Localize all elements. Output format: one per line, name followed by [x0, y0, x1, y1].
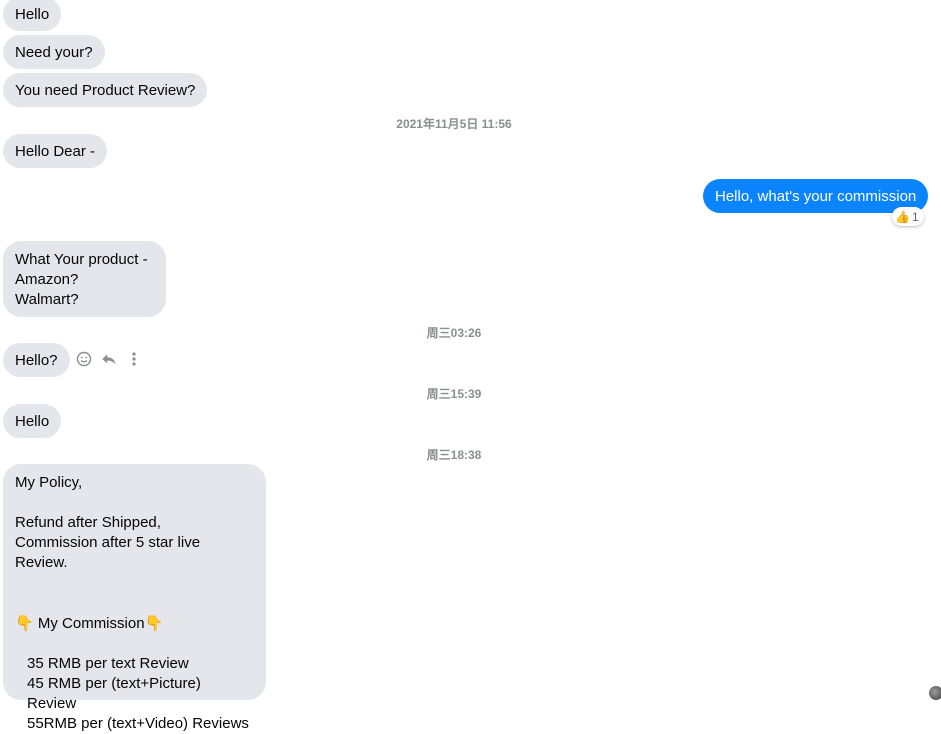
timestamp-divider: 周三03:26 [426, 326, 482, 340]
reply-icon[interactable] [101, 350, 117, 368]
pointing-down-icon: 👇 [15, 614, 34, 632]
commission-rate: 45 RMB per (text+Picture) Review [27, 675, 201, 712]
policy-line: Commission after 5 star live Review. [15, 534, 201, 571]
incoming-message[interactable]: Hello? [3, 343, 70, 377]
reaction-count: 1 [911, 209, 919, 224]
outgoing-message[interactable]: Hello, what's your commission [703, 179, 929, 213]
incoming-message[interactable]: Need your? [3, 35, 105, 69]
commission-rate: 55RMB per (text+Video) Reviews [27, 715, 249, 732]
incoming-message[interactable]: Hello [3, 404, 62, 438]
more-vertical-icon[interactable] [126, 350, 142, 368]
incoming-message[interactable]: Hello [3, 0, 62, 31]
seen-avatar [929, 686, 941, 700]
commission-rate: 35 RMB per text Review [27, 655, 189, 672]
incoming-message[interactable]: Hello Dear - [3, 134, 108, 168]
pointing-down-icon: 👇 [144, 614, 164, 632]
incoming-message[interactable]: What Your product - Amazon? Walmart? [3, 241, 166, 317]
timestamp-divider: 周三18:38 [426, 448, 482, 462]
incoming-message-policy[interactable]: My Policy, Refund after Shipped, Commiss… [3, 464, 266, 732]
timestamp-divider: 2021年11月5日 11:56 [396, 117, 512, 131]
smiley-icon[interactable] [76, 350, 92, 368]
commission-heading: 👇 My Commission👇 [15, 614, 164, 632]
policy-heading: My Policy, [15, 474, 83, 491]
policy-line: Refund after Shipped, [15, 514, 161, 531]
reaction-badge[interactable]: 👍 1 [892, 207, 924, 226]
timestamp-divider: 周三15:39 [426, 387, 482, 401]
message-actions [76, 350, 142, 368]
thumbs-up-icon: 👍 [895, 209, 910, 224]
incoming-message[interactable]: You need Product Review? [3, 73, 208, 107]
